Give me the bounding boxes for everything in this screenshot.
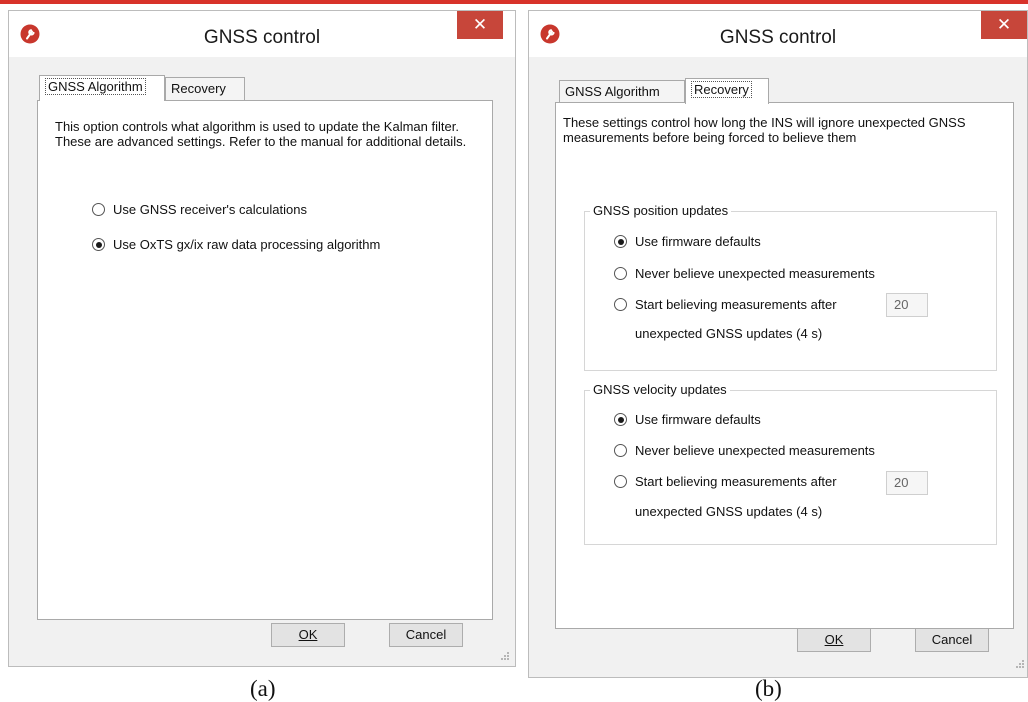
radio-label: Use GNSS receiver's calculations xyxy=(113,202,307,217)
ok-button[interactable]: OK xyxy=(797,628,871,652)
position-updates-count-input[interactable]: 20 xyxy=(886,293,928,317)
window-title: GNSS control xyxy=(719,27,837,48)
window-title: GNSS control xyxy=(203,27,321,48)
radio-label: Use OxTS gx/ix raw data processing algor… xyxy=(113,237,381,252)
radio-button[interactable] xyxy=(614,235,627,248)
velocity-updates-count-input[interactable]: 20 xyxy=(886,471,928,495)
ok-button[interactable]: OK xyxy=(271,623,345,647)
description-text: These settings control how long the INS … xyxy=(563,115,966,145)
ok-label: OK xyxy=(824,632,844,647)
radio-button[interactable] xyxy=(614,413,627,426)
gnss-velocity-updates-group: GNSS velocity updates Use firmware defau… xyxy=(584,382,997,545)
radio-button[interactable] xyxy=(614,267,627,280)
tab-label: Recovery xyxy=(691,81,752,98)
radio-button[interactable] xyxy=(92,203,105,216)
cancel-button[interactable]: Cancel xyxy=(915,628,989,652)
ok-label: OK xyxy=(298,627,318,642)
radio-label: Never believe unexpected measurements xyxy=(635,443,875,458)
close-button[interactable]: ✕ xyxy=(981,11,1027,39)
resize-grip-icon[interactable] xyxy=(500,651,510,661)
gnss-control-dialog-a: GNSS control ✕ GNSS Algorithm Recovery T… xyxy=(8,10,516,667)
cancel-label: Cancel xyxy=(931,632,973,647)
gnss-position-updates-group: GNSS position updates Use firmware defau… xyxy=(584,203,997,371)
tab-gnss-algorithm[interactable]: GNSS Algorithm xyxy=(39,75,165,101)
group-title: GNSS velocity updates xyxy=(590,382,730,397)
title-bar[interactable]: GNSS control ✕ xyxy=(9,11,515,57)
tab-label: GNSS Algorithm xyxy=(45,78,146,95)
tab-panel-gnss-algorithm: This option controls what algorithm is u… xyxy=(37,100,493,620)
top-accent-line xyxy=(0,0,1028,4)
cancel-label: Cancel xyxy=(405,627,447,642)
tab-label: Recovery xyxy=(171,81,226,96)
cancel-button[interactable]: Cancel xyxy=(389,623,463,647)
tab-recovery[interactable]: Recovery xyxy=(165,77,245,100)
radio-button[interactable] xyxy=(614,444,627,457)
radio-label: Start believing measurements after xyxy=(635,474,837,489)
title-bar[interactable]: GNSS control ✕ xyxy=(529,11,1027,57)
group-title: GNSS position updates xyxy=(590,203,732,218)
caption-a: (a) xyxy=(250,676,276,701)
radio-label: Use firmware defaults xyxy=(635,412,761,427)
tab-gnss-algorithm[interactable]: GNSS Algorithm xyxy=(559,80,685,103)
velocity-updates-sub-label: unexpected GNSS updates (4 s) xyxy=(635,504,823,519)
caption-b: (b) xyxy=(755,676,782,701)
tab-label: GNSS Algorithm xyxy=(565,84,660,99)
radio-button[interactable] xyxy=(614,298,627,311)
description-text: This option controls what algorithm is u… xyxy=(55,119,467,149)
close-button[interactable]: ✕ xyxy=(457,11,503,39)
radio-label: Never believe unexpected measurements xyxy=(635,266,875,281)
radio-label: Use firmware defaults xyxy=(635,234,761,249)
radio-button[interactable] xyxy=(614,475,627,488)
radio-label: Start believing measurements after xyxy=(635,297,837,312)
tab-panel-recovery: These settings control how long the INS … xyxy=(555,102,1014,629)
position-updates-sub-label: unexpected GNSS updates (4 s) xyxy=(635,326,823,341)
resize-grip-icon[interactable] xyxy=(1015,659,1025,669)
tab-recovery[interactable]: Recovery xyxy=(685,78,769,104)
gnss-control-dialog-b: GNSS control ✕ GNSS Algorithm Recovery T… xyxy=(528,10,1028,678)
radio-button[interactable] xyxy=(92,238,105,251)
